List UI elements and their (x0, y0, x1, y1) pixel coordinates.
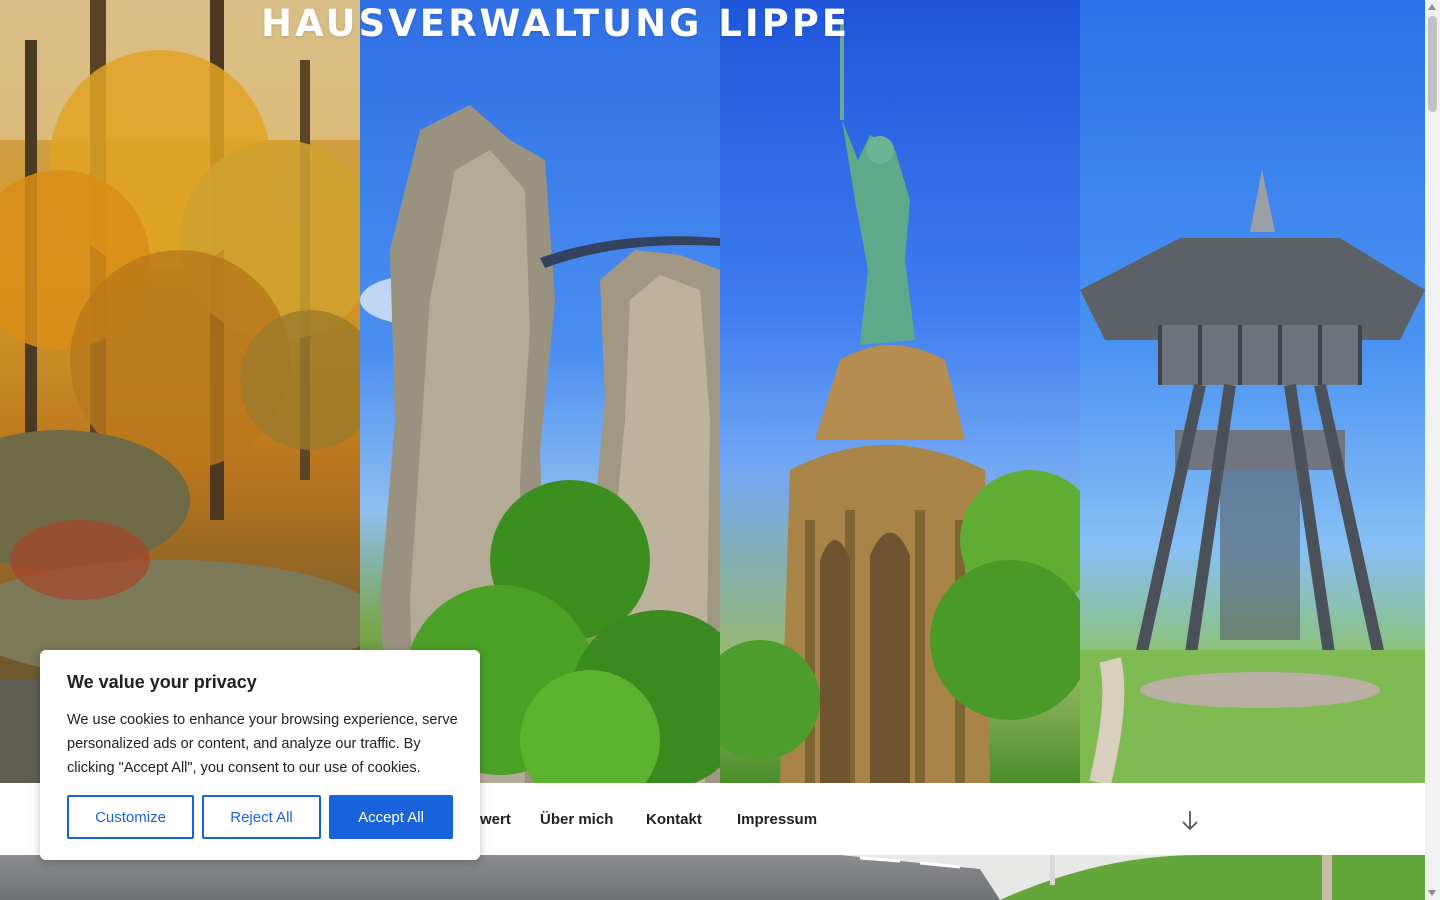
site-title[interactable]: HAUSVERWALTUNG LIPPE (261, 2, 850, 45)
lookout-tower-image (1080, 0, 1425, 783)
cookie-description: We use cookies to enhance your browsing … (67, 712, 458, 776)
page-scrollbar[interactable] (1425, 0, 1440, 900)
scrollbar-thumb[interactable] (1428, 16, 1437, 112)
scroll-down-icon[interactable] (1428, 890, 1436, 896)
hermannsdenkmal-statue-image (720, 0, 1080, 783)
street-illustration (840, 855, 1425, 900)
nav-item-ueber-mich[interactable]: Über mich (540, 811, 613, 828)
statue-monument-illustration (720, 20, 1080, 783)
nav-item-impressum[interactable]: Impressum (737, 811, 817, 828)
arrow-down-icon[interactable] (1180, 808, 1200, 832)
lookout-tower-illustration (1080, 170, 1425, 783)
customize-button[interactable]: Customize (67, 795, 194, 839)
nav-item-wert[interactable]: wert (480, 811, 511, 828)
cookie-title: We value your privacy (67, 672, 257, 692)
reject-all-button[interactable]: Reject All (202, 795, 321, 839)
cookie-consent-banner: We value your privacy We use cookies to … (40, 650, 480, 860)
accept-all-button[interactable]: Accept All (329, 795, 453, 839)
scroll-up-icon[interactable] (1428, 4, 1436, 10)
nav-item-kontakt[interactable]: Kontakt (646, 811, 702, 828)
street-image (0, 855, 1425, 900)
